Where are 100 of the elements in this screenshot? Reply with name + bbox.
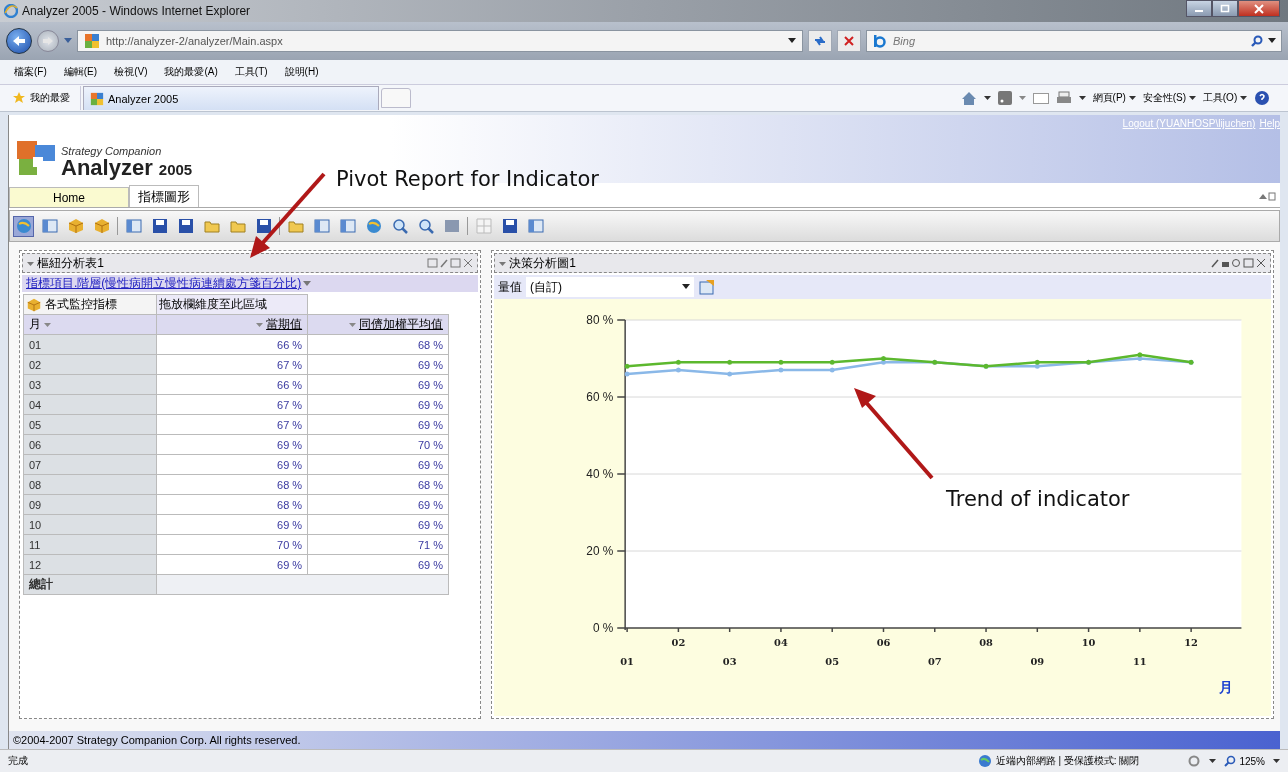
tab[interactable]: Home — [9, 187, 129, 207]
data-point — [624, 363, 630, 369]
data-point — [829, 359, 835, 365]
minimize-button[interactable] — [1186, 0, 1212, 17]
command-menu[interactable]: 網頁(P) — [1092, 91, 1136, 105]
table-cell: 67 % — [156, 354, 308, 375]
tab[interactable]: 指標圖形 — [129, 185, 199, 207]
row-header: 02 — [23, 354, 157, 375]
globe-icon — [977, 754, 992, 768]
y-tick-label: 80 % — [586, 312, 614, 327]
column-header[interactable]: 同儕加權平均值 — [307, 314, 449, 335]
table-cell: 68 % — [156, 474, 308, 495]
window-title: Analyzer 2005 - Windows Internet Explorer — [22, 4, 251, 18]
column-header[interactable]: 月 — [23, 314, 157, 335]
drop-zone[interactable]: 拖放欄維度至此區域 — [156, 294, 308, 315]
maximize-button[interactable] — [1212, 0, 1238, 17]
search-input[interactable]: Bing — [891, 34, 1246, 48]
table-cell: 71 % — [307, 534, 449, 555]
data-point — [624, 371, 630, 377]
status-text: 完成 — [8, 754, 28, 768]
x-tick-label: 05 — [825, 655, 840, 667]
caret-icon — [1128, 96, 1136, 101]
table-cell: 70 % — [307, 434, 449, 455]
row-header: 11 — [23, 534, 157, 555]
table-cell: 68 % — [156, 494, 308, 515]
data-point — [675, 367, 681, 373]
mail-icon — [1032, 92, 1049, 104]
table-cell: 66 % — [156, 334, 308, 355]
feed-icon — [997, 91, 1012, 105]
cube-icon — [92, 217, 111, 235]
back-button[interactable] — [6, 28, 32, 54]
search-field[interactable]: Bing — [866, 30, 1282, 52]
table-cell: 69 % — [307, 454, 449, 475]
command-menu[interactable]: 安全性(S) — [1142, 91, 1196, 105]
caret-icon — [1273, 758, 1280, 764]
browser-logo-icon — [4, 4, 18, 18]
menu-item[interactable]: 檢視(V) — [114, 65, 148, 79]
caret-icon — [27, 261, 34, 267]
dropdown-caret-icon — [788, 38, 796, 44]
command-menu[interactable]: 工具(O) — [1202, 91, 1247, 105]
table-cell: 69 % — [156, 514, 308, 535]
table-cell: 69 % — [307, 414, 449, 435]
menu-item[interactable]: 我的最愛(A) — [164, 65, 218, 79]
site-logo-icon — [84, 33, 100, 49]
star-icon — [12, 91, 26, 105]
annotation-text: Pivot Report for Indicator — [336, 167, 599, 191]
menu-item[interactable]: 檔案(F) — [14, 65, 47, 79]
maximize-icon — [1220, 4, 1230, 13]
collapse-icon — [1258, 191, 1276, 201]
gear-icon — [1187, 755, 1202, 767]
home-icon — [960, 90, 977, 106]
menu-item[interactable]: 工具(T) — [234, 65, 268, 79]
x-tick-label: 02 — [671, 636, 686, 648]
caret-icon — [1209, 758, 1217, 764]
table-cell: 68 % — [307, 334, 449, 355]
stop-icon — [844, 36, 854, 46]
table-cell: 69 % — [307, 394, 449, 415]
table-cell: 69 % — [156, 434, 308, 455]
caret-icon — [1018, 95, 1026, 101]
x-tick-label: 09 — [1030, 655, 1045, 667]
data-point — [675, 359, 681, 365]
browser-tab[interactable]: Analyzer 2005 — [83, 86, 379, 110]
back-arrow-icon — [12, 35, 26, 47]
menu-item[interactable]: 說明(H) — [284, 65, 319, 79]
stop-button[interactable] — [837, 30, 861, 52]
table-cell: 69 % — [307, 494, 449, 515]
zoom-out-icon — [416, 217, 435, 235]
row-header: 04 — [23, 394, 157, 415]
table-cell: 69 % — [156, 554, 308, 575]
forward-button[interactable] — [37, 30, 59, 52]
logo-subtitle: Strategy Companion — [61, 145, 163, 157]
caret-icon — [1188, 96, 1196, 101]
x-tick-label: 03 — [722, 655, 737, 667]
data-point — [778, 367, 784, 373]
row-header: 10 — [23, 514, 157, 535]
address-field[interactable]: http://analyzer-2/analyzer/Main.aspx — [77, 30, 803, 52]
table-cell: 67 % — [156, 414, 308, 435]
x-tick-label: 04 — [774, 636, 788, 648]
favorites-button[interactable]: 我的最愛 — [12, 86, 81, 110]
panel-title: 決策分析圖1 — [509, 255, 577, 270]
caret-icon — [44, 323, 52, 328]
table-cell: 69 % — [307, 554, 449, 575]
help-icon — [1254, 90, 1270, 106]
x-tick-label: 08 — [979, 636, 993, 648]
zoom-level[interactable]: 125% — [1224, 755, 1265, 767]
close-button[interactable] — [1238, 0, 1280, 17]
measure-dropdown[interactable]: (自訂) — [526, 277, 694, 297]
zoom-icon — [1224, 755, 1237, 767]
y-tick-label: 40 % — [586, 466, 614, 481]
measure-label: 量值 — [498, 278, 522, 296]
x-tick-label: 06 — [876, 636, 891, 648]
site-logo-icon — [90, 91, 104, 106]
table-cell: 69 % — [307, 514, 449, 535]
annotation-text: Trend of indicator — [946, 487, 1130, 511]
menu-item[interactable]: 編輯(E) — [63, 65, 98, 79]
dropdown-caret-icon — [1268, 38, 1276, 44]
globe-icon — [14, 217, 33, 235]
x-tick-label: 07 — [927, 655, 942, 667]
caret-icon — [983, 95, 991, 101]
globe-button[interactable] — [13, 215, 34, 237]
